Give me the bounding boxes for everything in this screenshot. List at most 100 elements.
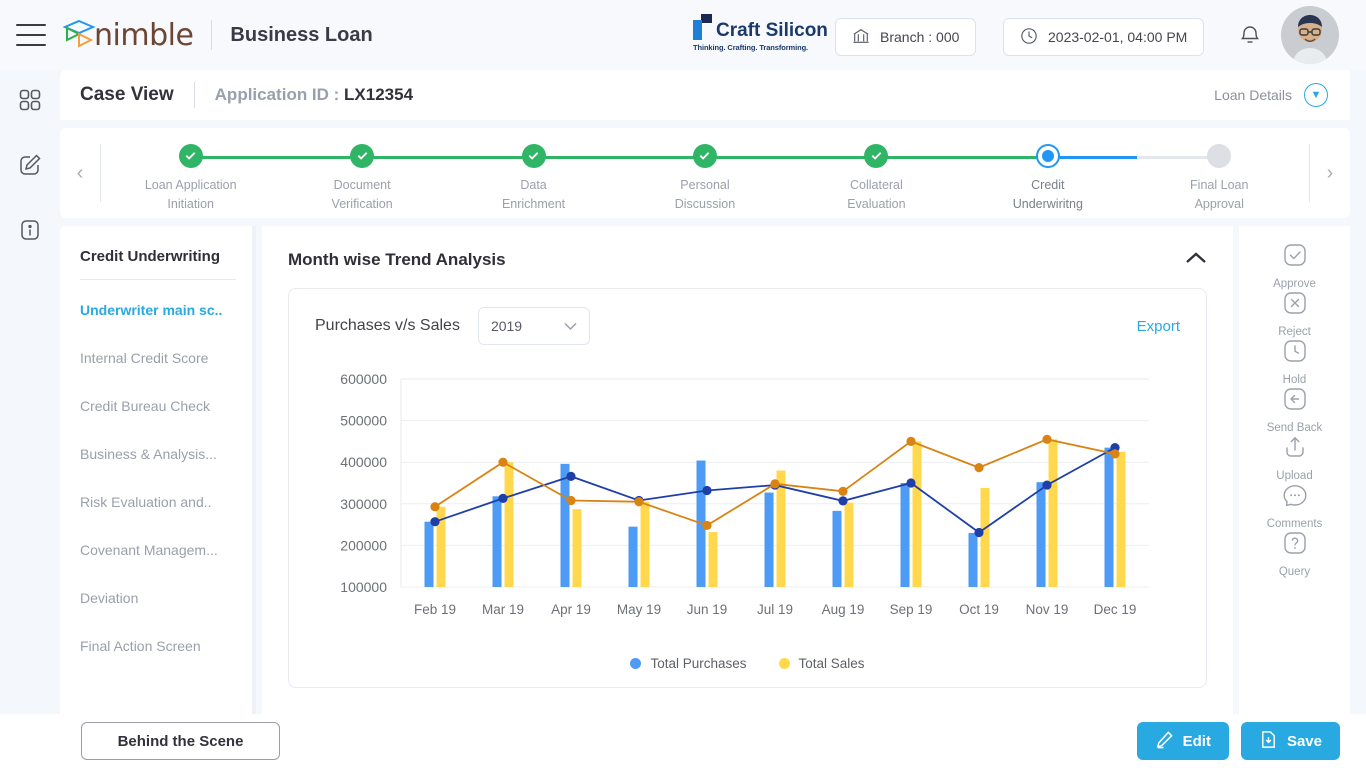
save-button[interactable]: Save — [1240, 722, 1340, 760]
data-point — [974, 527, 984, 538]
left-panel-item-3[interactable]: Credit Bureau Check — [60, 382, 256, 430]
stepper-step-2[interactable]: Document Verification — [276, 132, 534, 215]
x-axis-tick-label: Feb 19 — [414, 602, 456, 617]
chevron-down-icon[interactable]: ▼ — [1304, 83, 1328, 107]
action-approve-button[interactable]: Approve — [1267, 242, 1323, 290]
step-check-icon — [178, 143, 203, 168]
craft-tagline: Thinking. Crafting. Transforming. — [693, 43, 809, 52]
stepper-connector — [533, 155, 705, 159]
data-point — [702, 520, 712, 531]
stepper-step-1[interactable]: Loan Application Initiation — [105, 132, 363, 215]
stepper-step-3[interactable]: Data Enrichment — [448, 132, 705, 215]
data-point — [566, 471, 576, 481]
loan-details-label[interactable]: Loan Details — [1214, 87, 1292, 103]
datetime-display[interactable]: 2023-02-01, 04:00 PM — [1003, 18, 1205, 56]
action-upload-button[interactable]: Upload — [1267, 434, 1323, 482]
bar-total-sales-Aug 19 — [844, 502, 854, 587]
action-query-button[interactable]: Query — [1267, 530, 1323, 578]
y-axis-tick-label: 200000 — [340, 537, 387, 553]
left-icon-rail — [0, 70, 60, 768]
branch-selector[interactable]: Branch : 000 — [835, 18, 977, 56]
data-point — [838, 496, 848, 506]
stepper-next-button[interactable]: › — [1310, 162, 1350, 185]
datetime-label: 2023-02-01, 04:00 PM — [1048, 29, 1188, 45]
stepper-connector — [1047, 155, 1220, 159]
chevron-up-icon[interactable] — [1185, 251, 1207, 270]
left-panel-title: Credit Underwriting — [80, 248, 221, 265]
left-panel-item-1[interactable]: Underwriter main sc.. — [60, 286, 256, 334]
center-panel: Month wise Trend Analysis Purchases v/s … — [262, 226, 1233, 714]
bar-total-purchases-Oct 19 — [968, 532, 978, 587]
data-point — [430, 502, 440, 512]
export-link[interactable]: Export — [1137, 318, 1180, 335]
chart-card: Purchases v/s Sales 2019 Export 100000 20… — [288, 288, 1207, 688]
x-axis-tick-label: Sep 19 — [890, 602, 933, 617]
hamburger-icon[interactable] — [16, 24, 46, 46]
bar-total-sales-Sep 19 — [912, 441, 922, 587]
stepper-connector — [362, 155, 534, 159]
stepper-prev-button[interactable]: ‹ — [60, 162, 100, 185]
step-check-icon — [864, 143, 889, 168]
data-point — [838, 486, 848, 496]
stepper-connector — [876, 155, 1048, 159]
left-panel-scrollbar[interactable] — [252, 226, 256, 714]
action-comments-button[interactable]: Comments — [1267, 482, 1323, 530]
data-point — [702, 485, 712, 496]
data-point — [906, 478, 916, 488]
left-panel-items: Underwriter main sc.. Internal Credit Sco… — [60, 286, 256, 670]
legend-label: Total Sales — [798, 656, 865, 671]
bar-total-purchases-Dec 19 — [1104, 447, 1114, 587]
left-panel-item-5[interactable]: Risk Evaluation and.. — [60, 478, 256, 526]
bar-total-sales-Apr 19 — [572, 509, 582, 587]
data-point — [498, 457, 508, 467]
bar-total-sales-Oct 19 — [980, 487, 990, 587]
application-id-label: Application ID — [214, 85, 329, 104]
left-panel-item-2[interactable]: Internal Credit Score — [60, 334, 256, 382]
info-icon[interactable] — [18, 218, 42, 247]
bar-total-purchases-May 19 — [628, 526, 638, 587]
action-reject-button[interactable]: Reject — [1267, 290, 1323, 338]
bar-total-sales-Nov 19 — [1048, 439, 1058, 587]
y-axis-tick-label: 500000 — [340, 413, 387, 429]
left-panel-item-7[interactable]: Deviation — [60, 574, 256, 622]
action-hold-button[interactable]: Hold — [1267, 338, 1323, 386]
right-action-rail: Approve Reject Hold Send Back Upload Comments… — [1239, 226, 1350, 714]
stepper-step-6[interactable]: Credit Underwiritng — [962, 132, 1220, 241]
craft-company-name: Craft Silicon — [716, 20, 828, 41]
behind-the-scene-button[interactable]: Behind the Scene — [81, 722, 280, 760]
stepper-connector — [190, 155, 363, 159]
stepper-step-label: Personal Discussion — [674, 177, 736, 211]
left-panel-item-6[interactable]: Covenant Managem... — [60, 526, 256, 574]
edit-button[interactable]: Edit — [1136, 722, 1229, 760]
x-axis-tick-label: Oct 19 — [959, 602, 999, 617]
header-divider — [211, 20, 213, 50]
user-avatar[interactable] — [1281, 6, 1339, 64]
bar-total-sales-Mar 19 — [504, 462, 514, 587]
dashboard-grid-icon[interactable] — [18, 88, 42, 117]
left-panel-item-8[interactable]: Final Action Screen — [60, 622, 256, 670]
bank-icon — [852, 27, 870, 48]
bar-total-purchases-Nov 19 — [1036, 482, 1046, 587]
data-point — [770, 479, 780, 489]
left-nav-panel: Credit Underwriting Underwriter main sc.… — [60, 226, 256, 714]
legend-item-1[interactable]: Total Purchases — [630, 656, 747, 671]
stepper-step-4[interactable]: Personal Discussion — [619, 132, 877, 215]
chart-legend: Total Purchases Total Sales — [289, 656, 1206, 671]
step-check-icon — [350, 143, 375, 168]
edit-pencil-icon[interactable] — [18, 153, 42, 182]
application-id-block: Application ID : LX12354 — [214, 85, 414, 104]
stepper-step-7[interactable]: Final Loan Approval — [1134, 132, 1305, 215]
notification-bell-icon[interactable] — [1238, 22, 1262, 53]
action-send-back-button[interactable]: Send Back — [1267, 386, 1322, 434]
legend-color-dot — [778, 658, 790, 669]
stepper-step-5[interactable]: Collateral Evaluation — [791, 132, 1048, 215]
year-select[interactable]: 2019 — [477, 307, 590, 345]
stepper-step-label: Final Loan Approval — [1190, 177, 1249, 211]
left-panel-item-4[interactable]: Business & Analysis... — [60, 430, 256, 478]
case-view-bar: Case View Application ID : LX12354 Loan … — [60, 70, 1350, 120]
legend-item-2[interactable]: Total Sales — [778, 656, 865, 671]
arrow-left-square-icon — [1282, 386, 1308, 417]
brand-logo[interactable]: nimble — [62, 18, 194, 53]
legend-color-dot — [630, 658, 642, 669]
action-label: Upload — [1276, 470, 1313, 482]
